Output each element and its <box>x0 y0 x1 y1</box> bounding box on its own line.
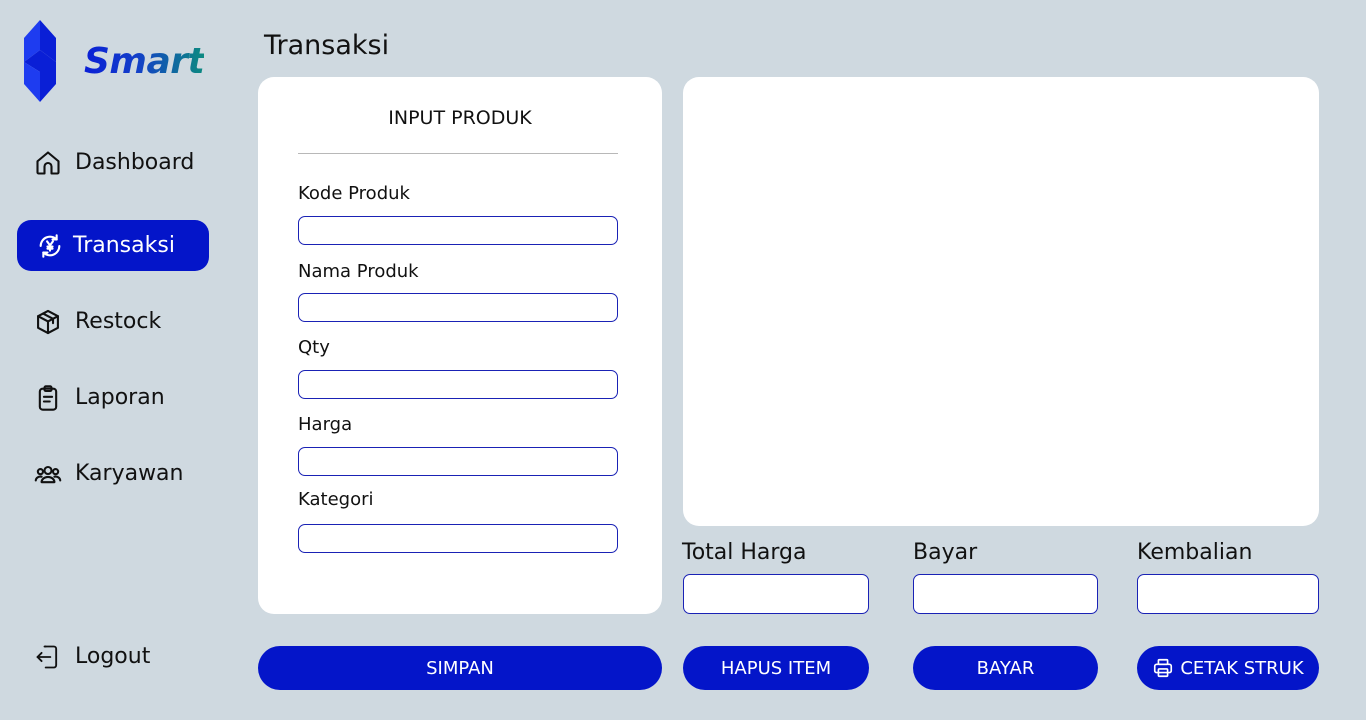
nama-produk-label: Nama Produk <box>298 261 419 282</box>
simpan-button-label: SIMPAN <box>426 657 494 679</box>
nama-produk-input[interactable] <box>298 293 618 322</box>
hapus-item-button-label: HAPUS ITEM <box>720 657 832 679</box>
kategori-label: Kategori <box>298 489 374 510</box>
hapus-item-button[interactable]: HAPUS ITEM <box>683 646 869 690</box>
brand-logo-mark-icon <box>24 20 56 102</box>
bayar-label: Bayar <box>913 540 978 565</box>
cetak-struk-button-label: CETAK STRUK <box>1180 657 1304 679</box>
total-harga-input[interactable] <box>683 574 869 614</box>
printer-icon <box>1152 657 1174 679</box>
divider <box>298 153 618 154</box>
harga-input[interactable] <box>298 447 618 476</box>
home-icon <box>34 149 62 177</box>
bayar-button-label: BAYAR <box>976 657 1035 679</box>
kategori-input[interactable] <box>298 524 618 553</box>
kembalian-label: Kembalian <box>1137 540 1253 565</box>
kembalian-input[interactable] <box>1137 574 1319 614</box>
logout-button[interactable]: Logout <box>17 631 209 682</box>
bayar-button[interactable]: BAYAR <box>913 646 1098 690</box>
currency-exchange-icon <box>36 232 64 260</box>
kode-produk-input[interactable] <box>298 216 618 245</box>
users-icon <box>34 460 62 488</box>
sidebar-item-karyawan[interactable]: Karyawan <box>17 448 209 499</box>
card-heading: INPUT PRODUK <box>388 107 532 129</box>
sidebar-item-label: Dashboard <box>75 150 195 175</box>
logout-icon <box>34 643 62 671</box>
sidebar-item-label: Laporan <box>75 385 165 410</box>
page-title: Transaksi <box>264 30 390 61</box>
harga-label: Harga <box>298 414 353 435</box>
qty-input[interactable] <box>298 370 618 399</box>
brand-name: Smart <box>84 41 205 82</box>
transaction-table-panel <box>683 77 1319 526</box>
sidebar-item-label: Karyawan <box>75 461 184 486</box>
kode-produk-label: Kode Produk <box>298 183 410 204</box>
sidebar-item-dashboard[interactable]: Dashboard <box>17 137 209 188</box>
cetak-struk-button[interactable]: CETAK STRUK <box>1137 646 1319 690</box>
input-product-card: INPUT PRODUK Kode Produk Nama Produk Qty… <box>258 77 662 614</box>
sidebar-item-transaksi[interactable]: Transaksi <box>17 220 209 271</box>
sidebar-item-label: Transaksi <box>73 233 175 258</box>
qty-label: Qty <box>298 337 330 358</box>
clipboard-icon <box>34 384 62 412</box>
sidebar-item-label: Restock <box>75 309 162 334</box>
brand-logo: Smart <box>20 20 220 104</box>
sidebar-item-restock[interactable]: Restock <box>17 296 209 347</box>
simpan-button[interactable]: SIMPAN <box>258 646 662 690</box>
bayar-input[interactable] <box>913 574 1098 614</box>
sidebar-item-laporan[interactable]: Laporan <box>17 372 209 423</box>
logout-label: Logout <box>75 644 151 669</box>
box-icon <box>34 308 62 336</box>
total-harga-label: Total Harga <box>682 540 807 565</box>
